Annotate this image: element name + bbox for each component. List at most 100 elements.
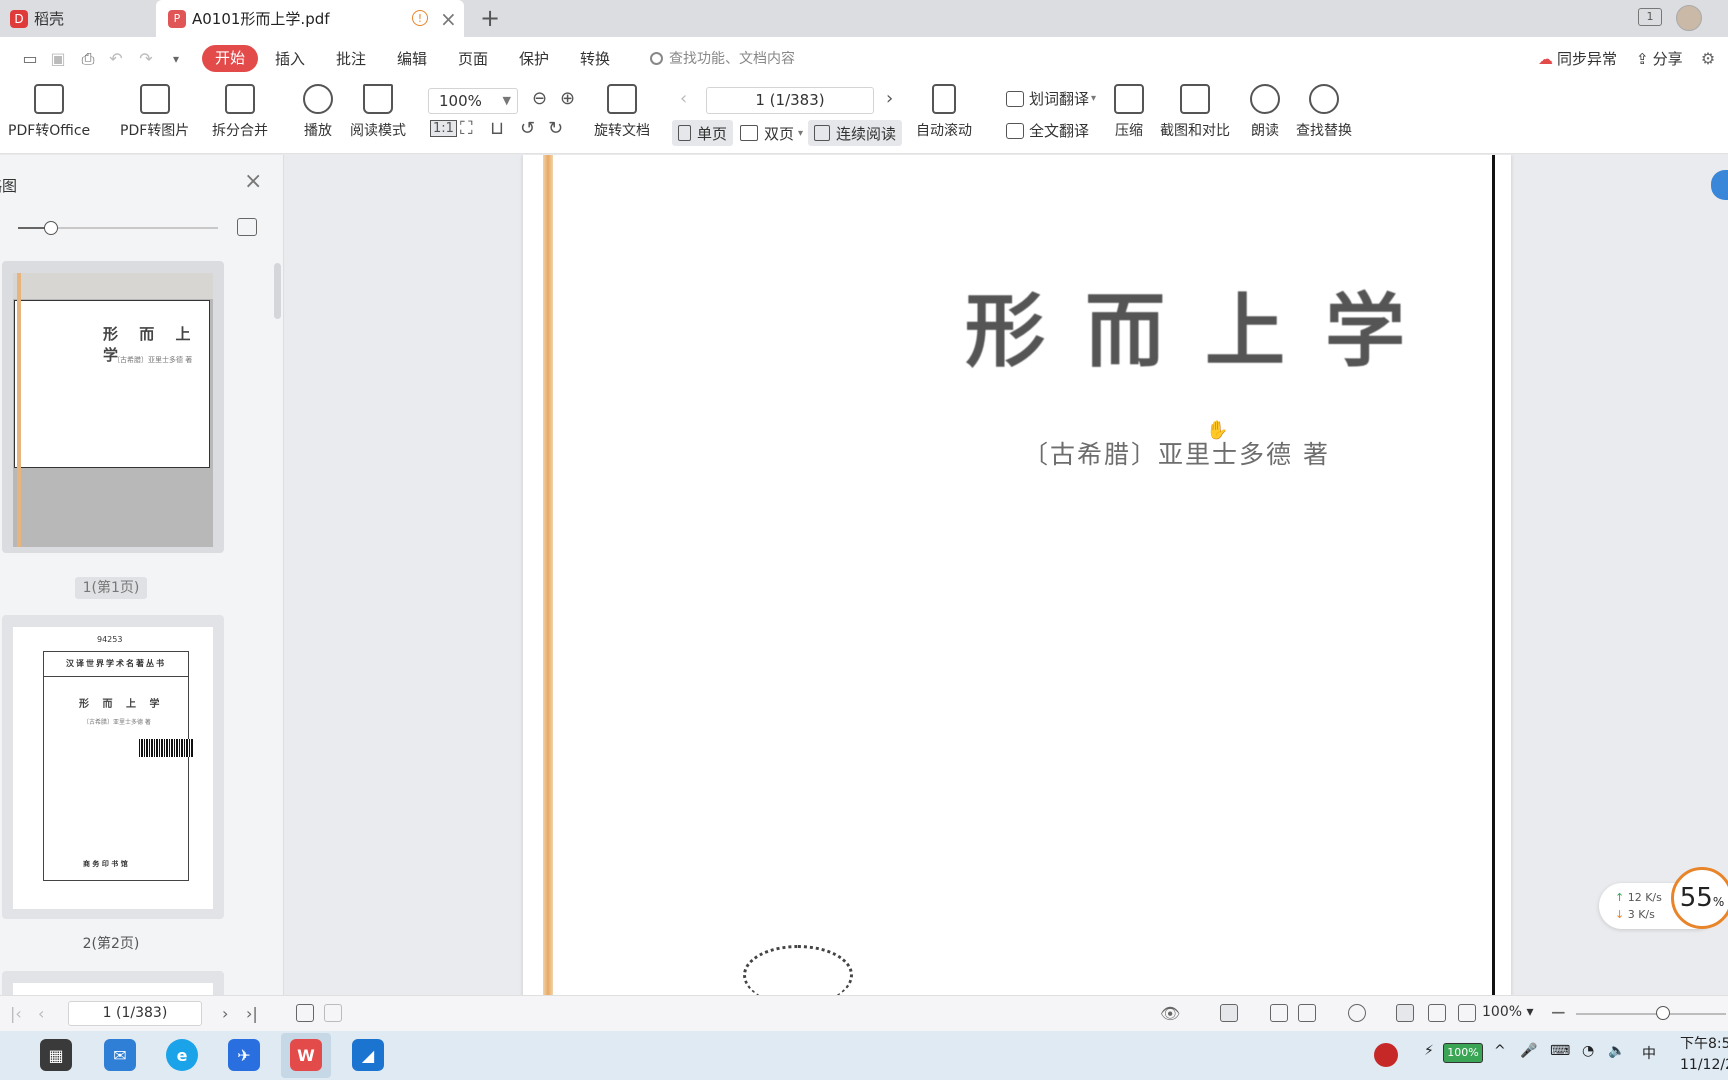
battery-indicator[interactable]: 100% bbox=[1443, 1043, 1483, 1063]
actual-size-icon[interactable]: 1:1 bbox=[430, 120, 457, 137]
fit-page-icon[interactable]: ⛶ bbox=[460, 118, 473, 139]
menu-convert[interactable]: 转换 bbox=[580, 48, 610, 69]
browser-app-icon[interactable]: e bbox=[166, 1039, 198, 1071]
upload-speed: ↑ 12 K/s bbox=[1615, 891, 1662, 904]
forward-icon[interactable] bbox=[324, 1004, 342, 1022]
play-button[interactable]: 播放 bbox=[303, 84, 333, 140]
pdf-to-office-button[interactable]: PDF转Office bbox=[8, 84, 90, 140]
zoom-out-icon[interactable]: ⊖ bbox=[532, 88, 547, 109]
last-page-icon[interactable]: ›| bbox=[246, 1004, 258, 1023]
rotate-doc-button[interactable]: 旋转文档 bbox=[594, 84, 650, 140]
menu-page[interactable]: 页面 bbox=[458, 48, 488, 69]
share-button[interactable]: ⇪ 分享 bbox=[1636, 48, 1683, 69]
compress-button[interactable]: 压缩 bbox=[1114, 84, 1144, 140]
plug-icon[interactable]: ⚡ bbox=[1424, 1043, 1434, 1059]
auto-scroll-button[interactable]: 自动滚动 bbox=[916, 84, 972, 140]
menu-start[interactable]: 开始 bbox=[202, 45, 258, 72]
single-page-view-icon[interactable] bbox=[1270, 1004, 1288, 1022]
read-mode-button[interactable]: 阅读模式 bbox=[350, 84, 406, 140]
mail-app-icon[interactable]: ✉ bbox=[104, 1039, 136, 1071]
eye-protection-icon[interactable]: 👁 bbox=[1160, 1004, 1180, 1023]
search-input[interactable]: 查找功能、文档内容 bbox=[650, 48, 795, 68]
pdf-to-image-button[interactable]: PDF转图片 bbox=[120, 84, 189, 140]
tab-home[interactable]: D 稻壳 bbox=[0, 0, 152, 37]
thumbnail-page-1[interactable]: 形 而 上 学 〔古希腊〕亚里士多德 著 bbox=[2, 261, 224, 553]
thumbnail-page-2[interactable]: 94253 汉译世界学术名著丛书 形 而 上 学 〔古希腊〕亚里士多德 著 商 … bbox=[2, 615, 224, 919]
image-icon[interactable] bbox=[237, 218, 257, 236]
fit-width-icon[interactable] bbox=[1458, 1004, 1476, 1022]
settings-gear-icon[interactable]: ⚙ bbox=[1698, 49, 1718, 69]
redo-icon[interactable]: ↷ bbox=[136, 49, 156, 69]
sync-label: 同步异常 bbox=[1557, 50, 1618, 68]
performance-percent-badge[interactable]: 55% bbox=[1671, 867, 1728, 929]
auto-scroll-label: 自动滚动 bbox=[916, 123, 972, 139]
single-page-button[interactable]: 单页 bbox=[672, 120, 734, 146]
slider-knob[interactable] bbox=[44, 221, 58, 235]
undo-icon[interactable]: ↶ bbox=[106, 49, 126, 69]
microphone-icon[interactable]: 🎤 bbox=[1520, 1043, 1537, 1059]
photos-app-icon[interactable]: ◢ bbox=[352, 1039, 384, 1071]
keyboard-icon[interactable]: ⌨ bbox=[1550, 1043, 1570, 1059]
double-page-view-icon[interactable] bbox=[1298, 1004, 1316, 1022]
thumbnail-page-3[interactable] bbox=[2, 971, 224, 995]
save-icon[interactable]: ▣ bbox=[48, 49, 68, 69]
new-tab-icon[interactable]: + bbox=[480, 4, 500, 32]
find-replace-button[interactable]: 查找替换 bbox=[1296, 84, 1352, 140]
sync-status-button[interactable]: ☁ 同步异常 bbox=[1538, 48, 1617, 69]
chevron-down-icon[interactable]: ▾ bbox=[166, 49, 186, 69]
word-translate-button[interactable]: 划词翻译 ▾ bbox=[1006, 88, 1096, 109]
fit-width-icon[interactable]: ⊔ bbox=[490, 118, 504, 139]
menu-annotate[interactable]: 批注 bbox=[336, 48, 366, 69]
antivirus-tray-icon[interactable] bbox=[1374, 1043, 1398, 1067]
zoom-slider-knob[interactable] bbox=[1656, 1006, 1670, 1020]
feishu-app-icon[interactable]: ✈ bbox=[228, 1039, 260, 1071]
print-icon[interactable]: ⎙ bbox=[78, 49, 98, 69]
split-merge-button[interactable]: 拆分合并 bbox=[212, 84, 268, 140]
store-app-icon[interactable]: ▦ bbox=[40, 1039, 72, 1071]
prev-page-icon[interactable]: ‹ bbox=[38, 1004, 44, 1023]
open-folder-icon[interactable]: ▭ bbox=[20, 49, 40, 69]
ime-indicator[interactable]: 中 bbox=[1642, 1043, 1656, 1063]
double-page-button[interactable]: 双页 ▾ bbox=[734, 120, 809, 146]
first-page-icon[interactable]: |‹ bbox=[10, 1004, 22, 1023]
thumbnail-size-slider[interactable] bbox=[18, 221, 218, 235]
menu-protect[interactable]: 保护 bbox=[519, 48, 549, 69]
system-clock[interactable]: 下午8:5 11/12/2 bbox=[1680, 1034, 1728, 1076]
zoom-select[interactable]: 100% ▼ bbox=[428, 88, 518, 114]
wifi-icon[interactable]: ◔ bbox=[1582, 1043, 1594, 1059]
chevron-up-icon[interactable]: ^ bbox=[1494, 1043, 1506, 1059]
play-icon[interactable] bbox=[1348, 1004, 1366, 1022]
next-page-icon[interactable]: › bbox=[222, 1004, 228, 1023]
pdf-page[interactable]: 形而上学 〔古希腊〕亚里士多德 著 ✋ bbox=[523, 155, 1511, 995]
warning-icon[interactable]: ! bbox=[412, 10, 428, 26]
page-number-input[interactable]: 1 (1/383) bbox=[706, 87, 874, 114]
screenshot-compare-button[interactable]: 截图和对比 bbox=[1160, 84, 1230, 140]
read-aloud-button[interactable]: 朗读 bbox=[1250, 84, 1280, 140]
floating-assistant-button[interactable] bbox=[1711, 170, 1728, 200]
zoom-out-icon[interactable]: − bbox=[1550, 1000, 1567, 1024]
close-icon[interactable]: × bbox=[244, 169, 262, 194]
next-page-icon[interactable]: › bbox=[886, 88, 893, 109]
rotate-left-icon[interactable]: ↺ bbox=[520, 118, 535, 139]
wps-app-icon[interactable]: W bbox=[290, 1039, 322, 1071]
back-icon[interactable] bbox=[296, 1004, 314, 1022]
zoom-in-icon[interactable]: ⊕ bbox=[560, 88, 575, 109]
full-translate-button[interactable]: 全文翻译 bbox=[1006, 120, 1089, 141]
continuous-view-icon[interactable] bbox=[1220, 1004, 1238, 1022]
status-page-input[interactable]: 1 (1/383) bbox=[68, 1001, 202, 1026]
zoom-slider[interactable] bbox=[1576, 1006, 1726, 1020]
menu-edit[interactable]: 编辑 bbox=[397, 48, 427, 69]
continuous-read-button[interactable]: 连续阅读 bbox=[808, 120, 903, 146]
volume-icon[interactable]: 🔈 bbox=[1608, 1043, 1625, 1059]
close-tab-icon[interactable]: × bbox=[440, 7, 457, 31]
menu-insert[interactable]: 插入 bbox=[275, 48, 305, 69]
window-layout-icon[interactable]: 1 bbox=[1638, 8, 1662, 26]
avatar[interactable] bbox=[1676, 5, 1702, 31]
actual-size-icon[interactable] bbox=[1396, 1004, 1414, 1022]
prev-page-icon[interactable]: ‹ bbox=[680, 88, 687, 109]
rotate-right-icon[interactable]: ↻ bbox=[548, 118, 563, 139]
document-viewer[interactable]: 形而上学 〔古希腊〕亚里士多德 著 ✋ ↑ 12 K/s ↓ 3 K/s 55% bbox=[285, 155, 1728, 995]
fit-page-icon[interactable] bbox=[1428, 1004, 1446, 1022]
sidebar-scrollbar[interactable] bbox=[274, 263, 281, 319]
status-zoom-select[interactable]: 100% ▾ bbox=[1482, 1004, 1534, 1020]
